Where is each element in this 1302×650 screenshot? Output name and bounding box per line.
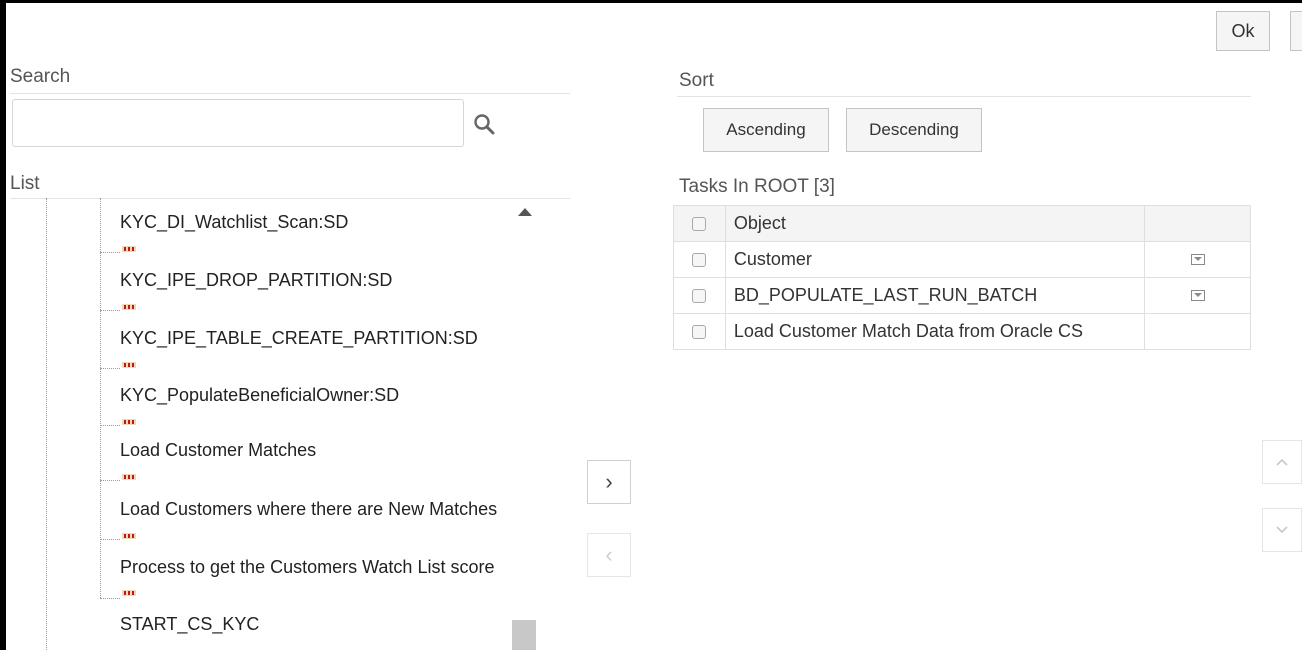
sort-divider [677,96,1251,97]
row-checkbox[interactable] [692,252,707,267]
tree-connector [100,252,120,253]
search-icon[interactable] [473,113,495,135]
row-checkbox-cell [673,241,726,278]
row-action-cell [1144,241,1251,278]
scroll-up-arrow-icon[interactable] [518,208,532,216]
tasks-table: Object Customer BD_POPULATE_LAST_RUN_BAT… [673,205,1251,350]
dropdown-icon[interactable] [1190,254,1205,265]
tree-item[interactable]: START_CS_KYC [120,614,512,635]
window-top-border [0,0,1302,3]
row-action-cell [1144,277,1251,314]
tree-branch-guide [100,198,101,598]
tree-item[interactable]: Process to get the Customers Watch List … [120,557,512,578]
dropdown-icon[interactable] [1190,290,1205,301]
search-section-title: Search [10,66,71,87]
tree-item[interactable]: KYC_IPE_DROP_PARTITION:SD [120,270,512,291]
tree-item[interactable]: KYC_DI_Watchlist_Scan:SD [120,212,512,233]
tasks-header-row: Object [673,205,1251,242]
tasks-section-title: Tasks In ROOT [3] [679,176,835,197]
scroll-thumb[interactable] [512,620,536,650]
tree-connector [100,598,120,599]
object-cell: BD_POPULATE_LAST_RUN_BATCH [724,277,1146,314]
sort-section-title: Sort [679,70,714,91]
tree-root-guide [46,198,47,650]
list-scrollbar[interactable] [510,200,538,650]
move-down-button[interactable] [1262,508,1302,552]
batch-task-icon [122,246,136,252]
tree-connector [100,539,120,540]
row-checkbox[interactable] [692,324,707,339]
batch-task-icon [122,419,136,425]
row-checkbox-cell [673,313,726,350]
batch-task-icon [122,533,136,539]
object-column-header: Object [724,205,1146,242]
batch-task-icon [122,304,136,310]
row-checkbox-cell [673,277,726,314]
task-tree[interactable]: KYC_DI_Watchlist_Scan:SD KYC_IPE_DROP_PA… [10,198,540,650]
tree-item[interactable]: Load Customer Matches [120,440,512,461]
tree-connector [100,368,120,369]
table-row[interactable]: Customer [673,241,1251,278]
batch-task-icon [122,590,136,596]
sort-ascending-button[interactable]: Ascending [703,108,829,152]
tree-item[interactable]: Load Customers where there are New Match… [120,499,512,520]
row-action-cell [1144,313,1251,350]
search-divider [10,93,570,94]
list-section-title: List [10,173,40,194]
window-left-border [0,0,6,650]
move-up-button[interactable] [1262,440,1302,484]
chevron-up-icon [1276,458,1288,466]
table-row[interactable]: Load Customer Match Data from Oracle CS [673,313,1251,350]
search-input[interactable] [13,100,463,146]
tree-item[interactable]: KYC_IPE_TABLE_CREATE_PARTITION:SD [120,328,512,349]
tree-connector [100,310,120,311]
object-cell: Customer [724,241,1146,278]
ok-button[interactable]: Ok [1216,11,1270,51]
add-to-tasks-button[interactable]: › [587,460,631,504]
select-all-cell [673,205,726,242]
object-cell: Load Customer Match Data from Oracle CS [724,313,1146,350]
remove-from-tasks-button[interactable]: ‹ [587,533,631,577]
tree-item[interactable]: KYC_PopulateBeneficialOwner:SD [120,385,512,406]
cancel-button-partial[interactable] [1290,11,1302,51]
tree-connector [100,480,120,481]
row-checkbox[interactable] [692,288,707,303]
tree-connector [100,425,120,426]
sort-descending-button[interactable]: Descending [846,108,982,152]
batch-task-icon [122,362,136,368]
table-row[interactable]: BD_POPULATE_LAST_RUN_BATCH [673,277,1251,314]
select-all-checkbox[interactable] [692,216,707,231]
chevron-down-icon [1276,526,1288,534]
search-field-container [12,99,464,147]
batch-task-icon [122,474,136,480]
action-column-header [1144,205,1251,242]
